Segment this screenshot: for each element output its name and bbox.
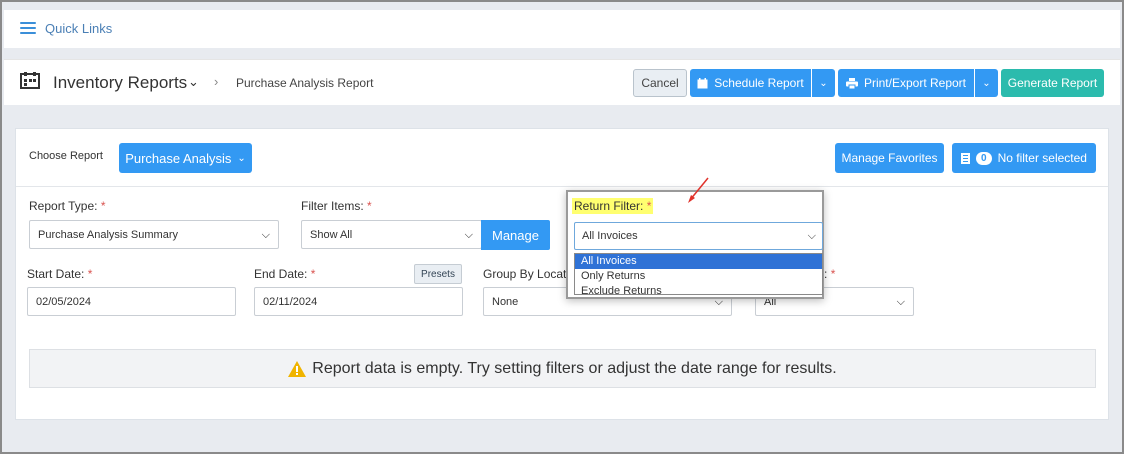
start-date-value: 02/05/2024 (36, 295, 92, 308)
menu-icon[interactable] (20, 22, 36, 34)
print-dropdown-toggle[interactable]: ⌄ (974, 69, 998, 97)
chevron-down-icon: ⌵ (464, 229, 473, 241)
annotation-arrow-icon (688, 177, 709, 203)
schedule-report-label: Schedule Report (714, 76, 804, 90)
divider (16, 186, 1108, 187)
partial-label-text: : (824, 267, 828, 281)
option-all-invoices[interactable]: All Invoices (575, 254, 822, 269)
chevron-down-icon: ⌵ (896, 296, 905, 308)
report-type-value: Purchase Analysis Summary (38, 228, 178, 241)
required-mark: * (646, 199, 652, 213)
group-by-location-label: Group By Locatio (483, 267, 576, 281)
manage-favorites-button[interactable]: Manage Favorites (835, 143, 944, 173)
chevron-down-icon[interactable]: ⌄ (188, 74, 199, 90)
warning-icon (288, 360, 307, 377)
end-date-value: 02/11/2024 (263, 295, 318, 308)
page-header: Inventory Reports ⌄ › Purchase Analysis … (4, 59, 1120, 105)
filter-items-label: Filter Items: * (301, 199, 372, 213)
chevron-down-icon: ⌄ (982, 77, 991, 89)
filter-list-icon (961, 152, 971, 164)
return-filter-popup: Return Filter: * All Invoices ⌵ All Invo… (566, 190, 824, 299)
chevron-right-icon: › (214, 74, 219, 89)
partial-field-label: : * (824, 267, 835, 281)
report-type-label-text: Report Type: (29, 199, 98, 213)
chevron-down-icon: ⌄ (819, 77, 828, 89)
page-title[interactable]: Inventory Reports (53, 73, 187, 93)
filter-status-button[interactable]: 0 No filter selected (952, 143, 1096, 173)
choose-report-button[interactable]: Purchase Analysis ⌄ (119, 143, 252, 173)
end-date-label: End Date: * (254, 267, 315, 281)
option-exclude-returns[interactable]: Exclude Returns (575, 284, 822, 294)
return-filter-label: Return Filter: * (572, 198, 654, 214)
required-mark: * (310, 267, 316, 281)
required-mark: * (87, 267, 93, 281)
choose-report-label: Choose Report (29, 150, 103, 162)
chevron-down-icon: ⌵ (807, 230, 816, 242)
end-date-label-text: End Date: (254, 267, 308, 281)
start-date-label-text: Start Date: (27, 267, 85, 281)
calendar-icon (697, 77, 708, 88)
schedule-report-button[interactable]: Schedule Report ⌄ (690, 69, 835, 97)
choose-report-value: Purchase Analysis (125, 150, 232, 166)
report-panel: Choose Report Purchase Analysis ⌄ Manage… (15, 128, 1109, 420)
start-date-label: Start Date: * (27, 267, 92, 281)
cancel-button[interactable]: Cancel (633, 69, 687, 97)
return-filter-label-text: Return Filter: (574, 199, 644, 213)
required-mark: * (367, 199, 372, 213)
group-by-value: None (492, 295, 519, 308)
breadcrumb: Purchase Analysis Report (236, 76, 374, 90)
report-type-select[interactable]: Purchase Analysis Summary ⌵ (29, 220, 279, 249)
notice-text: Report data is empty. Try setting filter… (312, 359, 837, 377)
end-date-input[interactable]: 02/11/2024 (254, 287, 463, 316)
manage-button[interactable]: Manage (481, 220, 550, 250)
print-export-label: Print/Export Report (863, 76, 967, 90)
required-mark: * (830, 267, 836, 281)
app-frame: Quick Links Inventory Reports ⌄ › Purcha… (0, 0, 1124, 454)
filter-items-label-text: Filter Items: (301, 199, 364, 213)
start-date-input[interactable]: 02/05/2024 (27, 287, 236, 316)
return-filter-options: All Invoices Only Returns Exclude Return… (574, 253, 823, 295)
schedule-dropdown-toggle[interactable]: ⌄ (811, 69, 835, 97)
required-mark: * (100, 199, 106, 213)
filter-items-value: Show All (310, 228, 353, 241)
quick-links-label[interactable]: Quick Links (45, 21, 112, 36)
printer-icon (845, 77, 858, 89)
return-filter-select[interactable]: All Invoices ⌵ (574, 222, 823, 250)
option-only-returns[interactable]: Only Returns (575, 269, 822, 284)
quick-links-bar[interactable]: Quick Links (4, 10, 1120, 48)
print-export-button[interactable]: Print/Export Report ⌄ (838, 69, 998, 97)
chevron-down-icon: ⌵ (261, 229, 270, 241)
presets-button[interactable]: Presets (414, 264, 462, 284)
chevron-down-icon: ⌄ (237, 152, 246, 164)
empty-report-notice: Report data is empty. Try setting filter… (29, 349, 1096, 388)
return-filter-value: All Invoices (582, 230, 638, 242)
report-grid-icon (20, 72, 40, 89)
generate-report-button[interactable]: Generate Report (1001, 69, 1104, 97)
report-type-label: Report Type: * (29, 199, 106, 213)
filter-count-badge: 0 (976, 151, 992, 165)
filter-items-select[interactable]: Show All ⌵ (301, 220, 482, 249)
filter-status-label: No filter selected (997, 151, 1087, 165)
